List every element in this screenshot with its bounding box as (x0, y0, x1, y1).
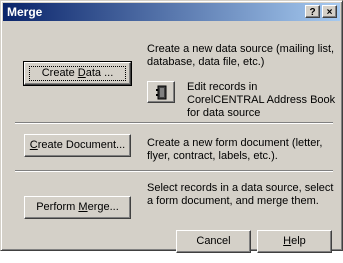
create-data-description: Create a new data source (mailing list, … (147, 43, 335, 68)
merge-dialog: Merge ? × Create Data ... Create a new d… (0, 0, 343, 253)
create-document-button[interactable]: Create Document... (24, 134, 131, 157)
dialog-title: Merge (7, 5, 43, 19)
create-document-label: Create Document... (29, 139, 126, 151)
cancel-button[interactable]: Cancel (176, 230, 251, 253)
perform-merge-label: Perform Merge... (36, 201, 119, 213)
title-bar[interactable]: Merge ? × (3, 3, 340, 21)
perform-merge-description: Select records in a data source, select … (147, 182, 334, 207)
divider (15, 170, 333, 172)
edit-records-text: Edit records in CorelCENTRAL Address Boo… (187, 81, 336, 119)
create-data-button[interactable]: Create Data ... (23, 61, 132, 86)
cancel-label: Cancel (196, 235, 231, 247)
create-document-description: Create a new form document (letter, flye… (147, 137, 323, 162)
perform-merge-button[interactable]: Perform Merge... (24, 196, 131, 219)
close-button[interactable]: × (322, 5, 337, 18)
edit-records-button[interactable] (147, 81, 175, 103)
help-button[interactable]: Help (257, 230, 332, 253)
help-label: Help (283, 235, 306, 247)
help-title-button[interactable]: ? (305, 5, 320, 18)
divider (15, 122, 333, 124)
address-book-icon (156, 85, 168, 103)
create-data-label: Create Data ... (41, 67, 114, 79)
